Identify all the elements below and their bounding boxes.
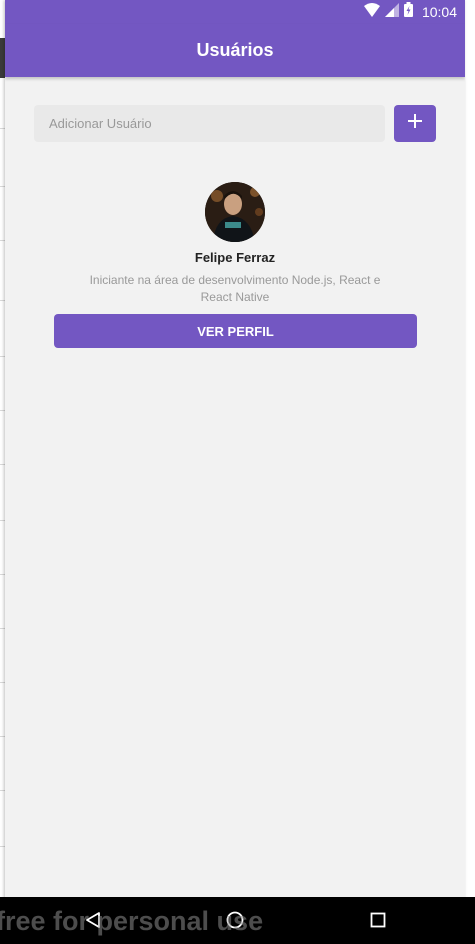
plus-icon (408, 114, 422, 133)
recents-icon[interactable] (365, 907, 391, 933)
phone-screen: 10:04 Usuários Felipe Ferraz (5, 0, 465, 944)
wifi-icon (363, 2, 380, 22)
status-bar: 10:04 (5, 0, 465, 24)
page-title: Usuários (196, 40, 274, 60)
navigation-bar (0, 897, 475, 944)
user-bio: Iniciante na área de desenvolvimento Nod… (89, 273, 381, 304)
add-user-form (34, 105, 436, 142)
user-name: Felipe Ferraz (194, 250, 276, 265)
user-card: Felipe Ferraz Iniciante na área de desen… (5, 182, 465, 306)
home-icon[interactable] (222, 907, 248, 933)
add-user-button[interactable] (394, 105, 436, 142)
status-time: 10:04 (421, 4, 457, 20)
add-user-input[interactable] (34, 105, 385, 142)
avatar (205, 182, 265, 242)
battery-icon (403, 2, 413, 22)
app-bar: Usuários (5, 24, 465, 77)
view-profile-button[interactable]: VER PERFIL (54, 314, 417, 348)
back-icon[interactable] (80, 907, 106, 933)
signal-icon (384, 2, 399, 22)
